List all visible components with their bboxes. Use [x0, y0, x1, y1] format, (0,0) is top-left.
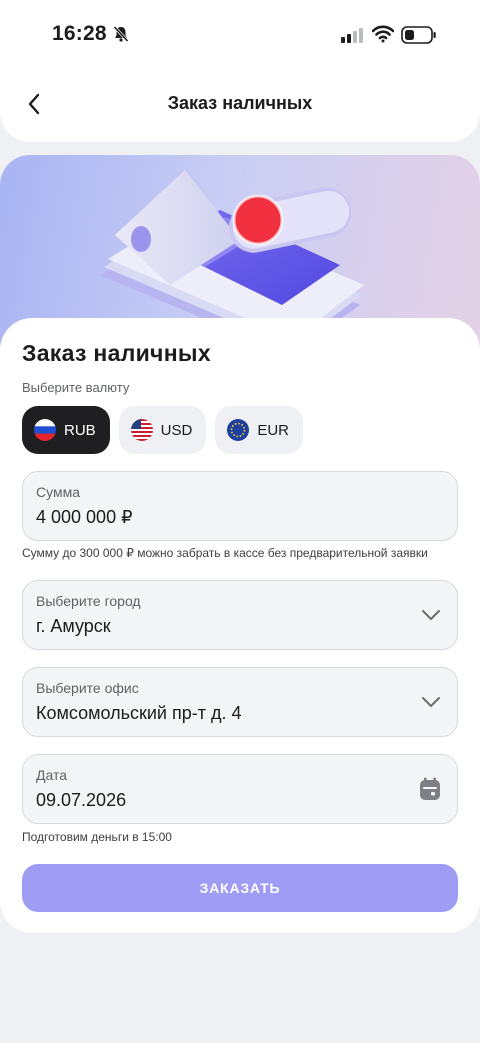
- russia-flag-icon: [34, 419, 56, 441]
- currency-usd-label: USD: [160, 421, 193, 439]
- office-value: Комсомольский пр-т д. 4: [36, 703, 242, 723]
- status-time: 16:28: [52, 22, 107, 45]
- office-select[interactable]: Выберите офис Комсомольский пр-т д. 4: [22, 667, 458, 737]
- card-title: Заказ наличных: [22, 340, 211, 366]
- currency-eur-button[interactable]: EUR: [215, 406, 304, 454]
- header: Заказ наличных: [0, 60, 480, 142]
- date-hint: Подготовим деньги в 15:00: [22, 830, 172, 844]
- page-title: Заказ наличных: [167, 93, 313, 113]
- currency-selector: RUB USD EUR: [22, 406, 304, 454]
- date-label: Дата: [36, 767, 68, 783]
- currency-label: Выберите валюту: [22, 380, 130, 395]
- city-select[interactable]: Выберите город г. Амурск: [22, 580, 458, 650]
- wifi-icon: [372, 25, 394, 43]
- amount-label: Сумма: [36, 484, 80, 500]
- chevron-down-icon: [422, 697, 440, 707]
- usa-flag-icon: [130, 419, 153, 441]
- currency-rub-label: RUB: [64, 421, 96, 439]
- currency-usd-button[interactable]: USD: [118, 406, 207, 454]
- chevron-down-icon: [422, 610, 440, 620]
- date-field[interactable]: Дата 09.07.2026: [22, 754, 458, 824]
- amount-input[interactable]: 4 000 000 ₽: [36, 507, 133, 528]
- date-value: 09.07.2026: [36, 790, 127, 810]
- signal-icon: [341, 28, 363, 43]
- calendar-icon[interactable]: [419, 777, 441, 801]
- order-card: Заказ наличных Выберите валюту RUB USD E…: [0, 318, 480, 933]
- city-label: Выберите город: [36, 593, 141, 609]
- order-button[interactable]: ЗАКАЗАТЬ: [22, 864, 458, 912]
- city-value: г. Амурск: [36, 616, 111, 636]
- eu-flag-icon: [227, 419, 250, 441]
- currency-rub-button[interactable]: RUB: [22, 406, 110, 454]
- battery-icon: [401, 26, 436, 44]
- amount-field[interactable]: Сумма 4 000 000 ₽: [22, 471, 458, 541]
- amount-hint: Сумму до 300 000 ₽ можно забрать в кассе…: [22, 546, 428, 560]
- bell-muted-icon: [113, 25, 129, 43]
- currency-eur-label: EUR: [257, 421, 290, 439]
- office-label: Выберите офис: [36, 680, 139, 696]
